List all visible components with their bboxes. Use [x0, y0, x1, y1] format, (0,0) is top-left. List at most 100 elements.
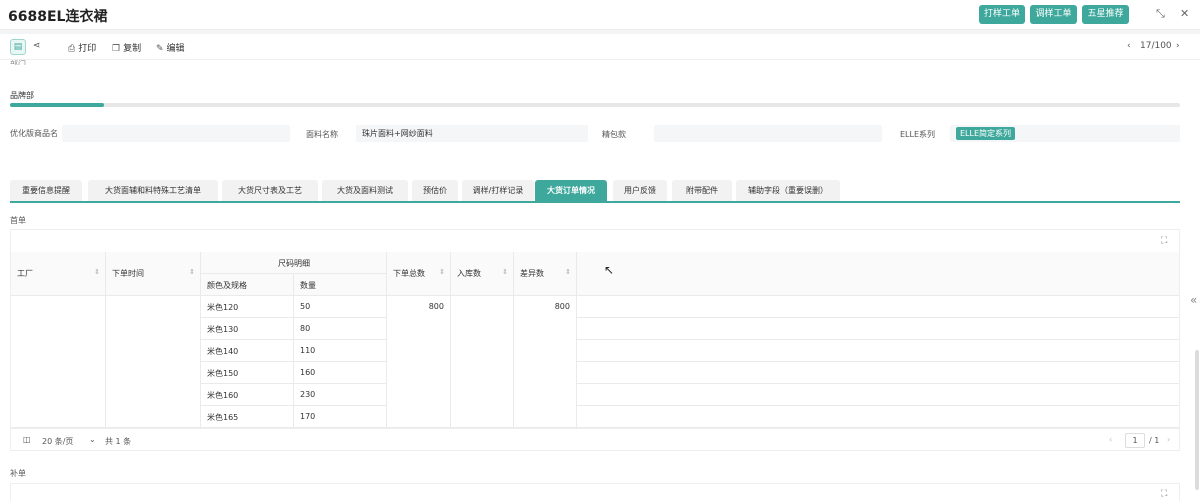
qty-cell: 170 [294, 406, 387, 428]
col-color-spec: 颜色及规格 [201, 274, 294, 296]
tab-bulk-order[interactable]: 大货订单情况 [535, 180, 607, 201]
current-page-input[interactable]: 1 [1125, 433, 1145, 448]
elle-series-field[interactable]: ELLE简定系列 [950, 125, 1180, 142]
sort-icon[interactable]: ⇕ [439, 268, 445, 276]
print-button[interactable]: ⎙ 打印 [68, 41, 96, 54]
qty-cell: 50 [294, 296, 387, 318]
close-icon[interactable]: ✕ [1180, 7, 1189, 20]
detail-content: 部门 品牌部 优化版商品名 面料名称 珠片面料+网纱面料 精包款 ELLE系列 … [0, 60, 1200, 501]
qty-cell: 160 [294, 362, 387, 384]
first-order-label: 首单 [10, 216, 26, 225]
sort-icon[interactable]: ⇕ [565, 268, 571, 276]
total-ordered-cell: 800 [387, 296, 451, 428]
fullscreen-icon[interactable]: ⛶ [1161, 236, 1167, 246]
optimized-vendor-field[interactable] [62, 125, 290, 142]
progress-fill [10, 103, 104, 107]
tab-underline [10, 201, 1180, 203]
col-stocked[interactable]: 入库数 ⇕ [451, 252, 514, 296]
supplement-label: 补单 [10, 469, 26, 478]
page-total: / 1 [1149, 436, 1160, 445]
total-count: 共 1 条 [105, 437, 132, 446]
chevron-down-icon[interactable]: ⌄ [89, 435, 96, 444]
tab-estimated-price[interactable]: 预估价 [412, 180, 458, 201]
collapse-sidebar-icon[interactable]: « [1190, 293, 1197, 307]
first-order-table: 工厂 ⇕ 下单时间 ⇕ 尺码明细 颜色及规格 数量 下单总数 ⇕ 入库数 ⇕ 差… [11, 252, 1179, 428]
first-order-panel: ⛶ 工厂 ⇕ 下单时间 ⇕ 尺码明细 颜色及规格 数量 下单总数 ⇕ 入库数 ⇕… [10, 229, 1180, 451]
tab-sample-record[interactable]: 调样/打样记录 [462, 180, 534, 201]
copy-icon: ❐ [112, 44, 121, 54]
mouse-cursor-icon: ↖ [604, 263, 615, 277]
tab-accessories[interactable]: 附带配件 [672, 180, 732, 201]
color-cell: 米色130 [201, 318, 294, 340]
row-filler [577, 406, 1179, 428]
color-cell: 米色160 [201, 384, 294, 406]
factory-cell [11, 296, 106, 428]
progress-track [10, 103, 1180, 107]
edit-button[interactable]: ✎ 编辑 [156, 41, 185, 54]
col-total-ordered[interactable]: 下单总数 ⇕ [387, 252, 451, 296]
table-footer: ◫ 20 条/页 ⌄ 共 1 条 ‹ 1 / 1 › [11, 428, 1179, 452]
order-time-cell [106, 296, 201, 428]
col-filler [577, 252, 1179, 296]
packaging-label: 精包款 [602, 130, 626, 139]
prev-page-icon[interactable]: ‹ [1109, 435, 1112, 444]
color-cell: 米色120 [201, 296, 294, 318]
five-star-recommend-button[interactable]: 五星推荐 [1082, 5, 1129, 24]
color-cell: 米色165 [201, 406, 294, 428]
col-order-time[interactable]: 下单时间 ⇕ [106, 252, 201, 296]
row-filler [577, 384, 1179, 406]
stocked-cell [451, 296, 514, 428]
scrollbar[interactable] [1195, 350, 1199, 490]
tab-fabric-test[interactable]: 大货及面料测试 [322, 180, 408, 201]
row-filler [577, 318, 1179, 340]
qty-cell: 80 [294, 318, 387, 340]
tab-fabric-accessory-list[interactable]: 大货面辅和料特殊工艺清单 [88, 180, 218, 201]
col-factory[interactable]: 工厂 ⇕ [11, 252, 106, 296]
share-icon[interactable]: ⋖ [33, 41, 44, 51]
toolbar: ▤ ⋖ ⎙ 打印 ❐ 复制 ✎ 编辑 ‹ 17/100 › [0, 34, 1200, 60]
tab-auxiliary-fields[interactable]: 辅助字段（重要误删） [736, 180, 840, 201]
fabric-name-label: 面料名称 [306, 130, 338, 139]
color-cell: 米色140 [201, 340, 294, 362]
next-page-icon[interactable]: › [1167, 435, 1170, 444]
pencil-icon: ✎ [156, 44, 164, 54]
column-settings-icon[interactable]: ◫ [23, 435, 31, 444]
sort-icon[interactable]: ⇕ [189, 268, 195, 276]
row-filler [577, 296, 1179, 318]
fullscreen-icon[interactable]: ⛶ [1161, 489, 1167, 499]
department-label-fragment: 部门 [10, 60, 26, 65]
tab-user-feedback[interactable]: 用户反馈 [613, 180, 667, 201]
sort-icon[interactable]: ⇕ [94, 268, 100, 276]
copy-button[interactable]: ❐ 复制 [112, 41, 141, 54]
row-filler [577, 340, 1179, 362]
detail-view-icon[interactable]: ▤ [10, 39, 26, 55]
adjust-sample-order-button[interactable]: 调样工单 [1030, 5, 1077, 24]
difference-cell: 800 [514, 296, 577, 428]
tab-important-info[interactable]: 重要信息提醒 [10, 180, 82, 201]
record-pager: 17/100 [1140, 41, 1172, 51]
prev-record-icon[interactable]: ‹ [1127, 41, 1131, 51]
sample-work-order-button[interactable]: 打样工单 [979, 5, 1025, 24]
page-size-select[interactable]: 20 条/页 [42, 436, 73, 447]
next-record-icon[interactable]: › [1176, 41, 1180, 51]
supplement-panel: ⛶ [10, 483, 1180, 501]
page-header: 6688EL连衣裙 打样工单 调样工单 五星推荐 ⤡ ✕ [0, 0, 1200, 30]
optimized-vendor-label: 优化版商品名 [10, 129, 58, 138]
sort-icon[interactable]: ⇕ [502, 268, 508, 276]
col-size-detail: 尺码明细 [201, 252, 387, 274]
col-difference[interactable]: 差异数 ⇕ [514, 252, 577, 296]
row-filler [577, 362, 1179, 384]
color-cell: 米色150 [201, 362, 294, 384]
tab-size-chart[interactable]: 大货尺寸表及工艺 [222, 180, 318, 201]
col-quantity: 数量 [294, 274, 387, 296]
qty-cell: 230 [294, 384, 387, 406]
department-value: 品牌部 [10, 91, 34, 100]
collapse-arrows-icon[interactable]: ⤡ [1156, 7, 1165, 21]
packaging-field[interactable] [654, 125, 882, 142]
page-title: 6688EL连衣裙 [8, 9, 108, 25]
elle-series-label: ELLE系列 [900, 130, 936, 139]
qty-cell: 110 [294, 340, 387, 362]
printer-icon: ⎙ [68, 44, 76, 54]
elle-series-tag: ELLE简定系列 [956, 127, 1016, 140]
fabric-name-field[interactable]: 珠片面料+网纱面料 [356, 125, 588, 142]
